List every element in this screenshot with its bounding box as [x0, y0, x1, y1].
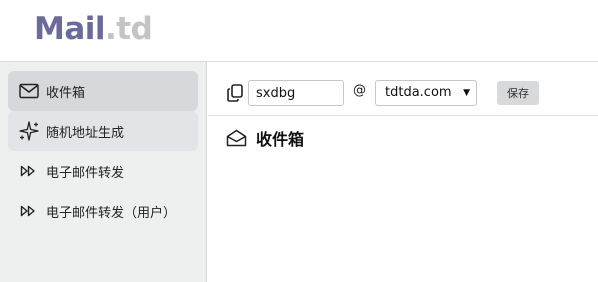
sidebar: 收件箱 随机地址生成 电子邮件转发 电子邮件转发（用户） — [0, 62, 207, 282]
sidebar-item-label: 电子邮件转发（用户） — [46, 205, 177, 221]
sidebar-item-email-forward[interactable]: 电子邮件转发 — [8, 151, 198, 191]
sidebar-item-email-forward-user[interactable]: 电子邮件转发（用户） — [8, 191, 198, 231]
sidebar-item-label: 随机地址生成 — [46, 125, 125, 141]
caret-down-icon: ▼ — [463, 88, 470, 98]
forward-icon — [18, 161, 40, 181]
copy-icon[interactable] — [225, 82, 245, 104]
sparkle-icon — [18, 121, 40, 141]
sidebar-item-random-address[interactable]: 随机地址生成 — [8, 111, 198, 151]
page-title: 收件箱 — [226, 126, 304, 150]
save-button[interactable]: 保存 — [497, 81, 539, 105]
logo-main: Mail — [34, 11, 106, 47]
logo[interactable]: Mail.td — [34, 11, 153, 47]
sidebar-item-label: 收件箱 — [46, 85, 86, 101]
address-toolbar: @ tdtda.com ▼ 保存 — [208, 62, 598, 116]
header: Mail.td — [0, 0, 598, 62]
sidebar-item-inbox[interactable]: 收件箱 — [8, 71, 198, 111]
username-input[interactable] — [248, 80, 344, 106]
domain-select-value: tdtda.com — [385, 85, 452, 100]
logo-suffix: .td — [105, 11, 153, 47]
sidebar-item-label: 电子邮件转发 — [46, 165, 125, 181]
domain-select[interactable]: tdtda.com ▼ — [375, 80, 477, 106]
mail-icon — [18, 81, 40, 101]
forward-icon — [18, 201, 40, 221]
envelope-open-icon — [226, 128, 248, 148]
at-symbol: @ — [353, 83, 366, 98]
page-title-text: 收件箱 — [256, 130, 305, 149]
